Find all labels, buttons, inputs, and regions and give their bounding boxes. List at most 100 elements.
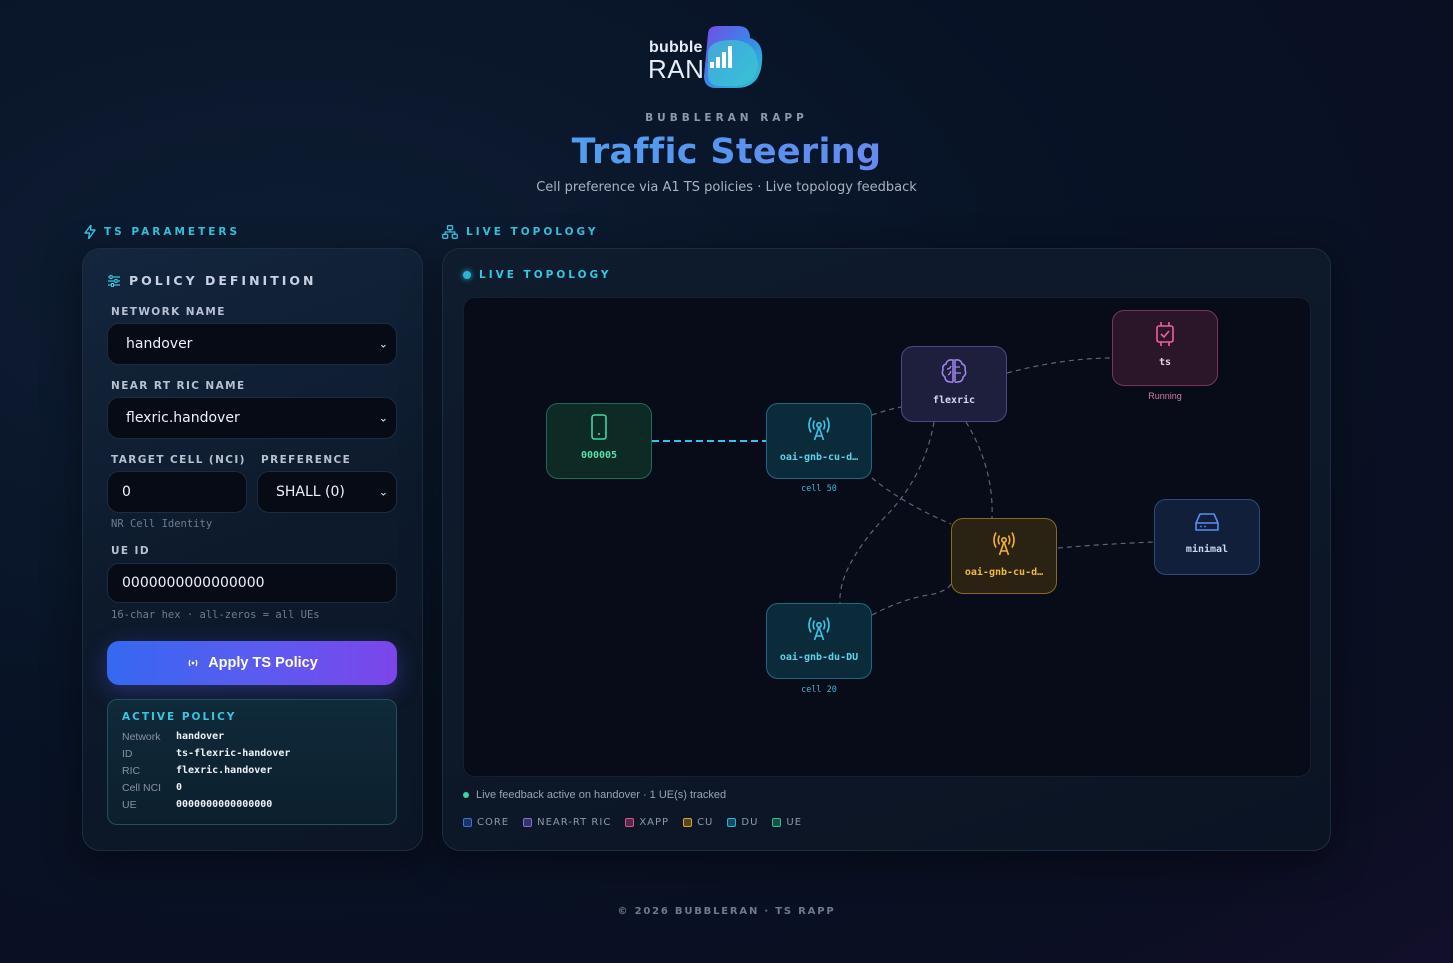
link-cu-core [1057, 541, 1155, 549]
du-node-label: oai-gnb-du-DU [779, 652, 859, 663]
network-name-label: NETWORK NAME [111, 306, 226, 318]
link-ric-xapp [1006, 357, 1113, 374]
target-cell-label: TARGET CELL (NCI) [111, 454, 246, 466]
ue-node-label: 000005 [580, 450, 618, 461]
preference-label: PREFERENCE [261, 454, 352, 466]
legend-item: NEAR-RT RIC [523, 817, 611, 828]
ts-parameters-text: TS PARAMETERS [104, 226, 241, 238]
legend-swatch [683, 818, 693, 827]
active-policy-row: Cell NCI 0 [122, 782, 182, 794]
antenna-icon [808, 617, 830, 641]
xapp-node[interactable]: ts [1112, 310, 1218, 386]
legend-item: XAPP [625, 817, 669, 828]
policy-panel: POLICY DEFINITION NETWORK NAME handover … [82, 248, 423, 851]
sliders-icon [108, 274, 120, 287]
active-policy-row: Network handover [122, 731, 224, 743]
policy-definition-heading: POLICY DEFINITION [107, 273, 316, 288]
topology-heading-text: LIVE TOPOLOGY [479, 269, 612, 281]
xapp-status-label: Running [1148, 391, 1182, 401]
logo-word-ran: RAN [648, 54, 705, 84]
chevron-down-icon: ⌄ [378, 337, 388, 351]
antenna-icon [993, 532, 1015, 556]
page-title: Traffic Steering [0, 132, 1453, 172]
ric-name-select[interactable]: flexric.handover ⌄ [107, 397, 397, 439]
broadcast-icon [188, 659, 198, 667]
ue-id-hint: 16-char hex · all-zeros = all UEs [111, 609, 320, 621]
active-policy-title: ACTIVE POLICY [122, 711, 237, 723]
preference-select[interactable]: SHALL (0) ⌄ [257, 471, 397, 513]
ue-node[interactable]: 000005 [546, 403, 652, 479]
legend-swatch [463, 818, 472, 827]
chip-check-icon [1156, 322, 1174, 346]
legend-swatch [523, 818, 533, 827]
feedback-text: Live feedback active on handover · 1 UE(… [476, 789, 727, 801]
target-cell-value: 0 [122, 484, 131, 500]
topology-panel: LIVE TOPOLOGY 000005 oai-gnb-cu-d… cell … [442, 248, 1331, 851]
topology-canvas[interactable]: 000005 oai-gnb-cu-d… cell 50 flexric ts … [463, 297, 1311, 777]
legend-swatch [772, 818, 782, 827]
ric-name-label: NEAR RT RIC NAME [111, 380, 246, 392]
chevron-down-icon: ⌄ [378, 485, 388, 499]
ric-node[interactable]: flexric [901, 346, 1007, 422]
ue-id-value: 0000000000000000 [122, 575, 265, 591]
cu-node[interactable]: oai-gnb-cu-d… [951, 518, 1057, 594]
legend-item: DU [727, 817, 758, 828]
row-key: UE [122, 799, 137, 811]
apply-ts-policy-label: Apply TS Policy [208, 655, 318, 671]
row-value: handover [176, 731, 225, 742]
legend-label: CU [697, 817, 714, 828]
server-drive-icon [1195, 513, 1219, 531]
active-policy-row: ID ts-flexric-handover [122, 748, 290, 760]
legend-label: NEAR-RT RIC [537, 817, 612, 828]
network-name-select[interactable]: handover ⌄ [107, 323, 397, 365]
row-key: Cell NCI [122, 782, 162, 794]
policy-definition-text: POLICY DEFINITION [129, 273, 317, 288]
core-node-label: minimal [1185, 544, 1229, 555]
ts-parameters-label: TS PARAMETERS [84, 225, 240, 239]
legend-item: UE [772, 817, 802, 828]
lightning-icon [84, 225, 96, 239]
target-cell-input[interactable]: 0 [107, 471, 247, 513]
target-cell-hint: NR Cell Identity [111, 518, 213, 530]
legend-item: CORE [463, 817, 509, 828]
bubbleran-logo: bubble RAN [646, 26, 764, 90]
legend-swatch [625, 818, 635, 827]
topology-legend: CORE NEAR-RT RIC XAPP CU DU UE [463, 817, 802, 828]
ue-id-input[interactable]: 0000000000000000 [107, 563, 397, 603]
xapp-node-label: ts [1158, 357, 1172, 368]
row-key: RIC [122, 765, 141, 777]
status-dot-icon [463, 792, 469, 798]
du-cell-label: cell 20 [801, 685, 837, 695]
row-value: 0 [176, 782, 183, 793]
row-key: ID [122, 748, 133, 760]
chevron-down-icon: ⌄ [378, 411, 388, 425]
legend-item: CU [683, 817, 713, 828]
row-key: Network [122, 731, 161, 743]
live-topology-label: LIVE TOPOLOGY [442, 225, 599, 239]
link-du-cu [871, 579, 952, 616]
live-topology-text: LIVE TOPOLOGY [466, 226, 599, 238]
legend-label: DU [741, 817, 759, 828]
network-icon [442, 225, 458, 239]
footer-copyright: © 2026 BUBBLERAN · TS RAPP [617, 906, 836, 917]
cudu-node-label: oai-gnb-cu-d… [779, 452, 859, 463]
row-value: ts-flexric-handover [176, 748, 291, 759]
core-node[interactable]: minimal [1154, 499, 1260, 575]
cu-node-label: oai-gnb-cu-d… [964, 567, 1044, 578]
active-policy-row: UE 0000000000000000 [122, 799, 272, 811]
active-policy-row: RIC flexric.handover [122, 765, 272, 777]
preference-value: SHALL (0) [276, 484, 345, 500]
link-ric-cu [965, 421, 993, 519]
row-value: flexric.handover [176, 765, 273, 776]
cudu-node[interactable]: oai-gnb-cu-d… [766, 403, 872, 479]
link-cudu-cu [871, 477, 952, 525]
legend-label: XAPP [639, 817, 670, 828]
live-dot-icon [463, 271, 471, 279]
du-node[interactable]: oai-gnb-du-DU [766, 603, 872, 679]
phone-icon [591, 414, 607, 440]
network-name-value: handover [126, 336, 193, 352]
legend-label: UE [786, 817, 803, 828]
cudu-cell-label: cell 50 [801, 484, 837, 494]
active-policy-card: ACTIVE POLICY Network handover ID ts-fle… [107, 699, 397, 825]
apply-ts-policy-button[interactable]: Apply TS Policy [107, 641, 397, 685]
